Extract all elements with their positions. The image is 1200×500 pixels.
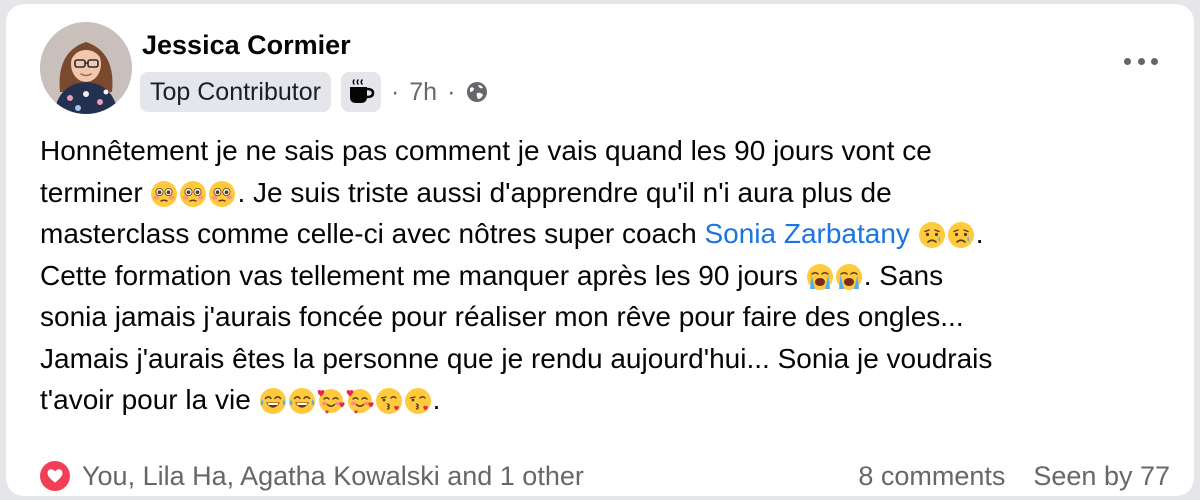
- post-time[interactable]: 7h: [409, 78, 437, 107]
- text-line: t'avoir pour la vie .: [40, 379, 1170, 421]
- tears-of-joy-emoji: [288, 387, 316, 415]
- post-text: Honnêtement je ne sais pas comment je va…: [40, 130, 1170, 421]
- text-line: Jamais j'aurais êtes la personne que je …: [40, 338, 1170, 380]
- text-line: Cette formation vas tellement me manquer…: [40, 255, 1170, 297]
- tears-of-joy-emoji: [259, 387, 287, 415]
- text-segment: .: [432, 384, 441, 415]
- loudly-crying-face-emoji: [806, 263, 834, 291]
- top-contributor-badge[interactable]: Top Contributor: [140, 72, 331, 112]
- sad-relieved-face-emoji: [918, 221, 946, 249]
- flushed-face-emoji: [179, 180, 207, 208]
- text-segment: . Je suis triste aussi d'apprendre qu'il…: [237, 176, 892, 208]
- text-line: masterclass comme celle-ci avec nôtres s…: [40, 213, 1170, 255]
- separator-dot: ·: [390, 77, 400, 106]
- post-stats: 8 comments Seen by 77: [858, 461, 1170, 492]
- mention-link[interactable]: Sonia Zarbatany: [704, 218, 909, 249]
- text-segment: . Sans: [863, 259, 944, 291]
- author-name[interactable]: Jessica Cormier: [142, 30, 351, 61]
- sad-relieved-face-emoji: [947, 221, 975, 249]
- text-segment: t'avoir pour la vie: [40, 384, 251, 415]
- separator-dot: ·: [447, 77, 456, 106]
- seen-by-count[interactable]: Seen by 77: [1033, 461, 1170, 491]
- face-blowing-kiss-emoji: [375, 387, 403, 415]
- text-line: terminer . Je suis triste aussi d'appren…: [40, 172, 1170, 214]
- love-reaction-icon[interactable]: [40, 461, 70, 491]
- avatar[interactable]: [40, 22, 132, 114]
- flushed-face-emoji: [208, 180, 236, 208]
- coffee-cup-icon[interactable]: [340, 72, 381, 112]
- text-segment: terminer: [40, 176, 143, 208]
- smiling-face-with-hearts-emoji: [346, 387, 374, 415]
- smiling-face-with-hearts-emoji: [317, 387, 345, 415]
- comments-count[interactable]: 8 comments: [858, 461, 1005, 491]
- flushed-face-emoji: [150, 180, 178, 208]
- text-line: sonia jamais j'aurais foncée pour réalis…: [40, 296, 1170, 338]
- globe-icon[interactable]: [465, 80, 489, 104]
- post-footer: You, Lila Ha, Agatha Kowalski and 1 othe…: [40, 456, 1170, 496]
- text-segment: .: [975, 218, 984, 249]
- text-segment: sonia jamais j'aurais foncée pour réalis…: [40, 301, 964, 332]
- text-line: Honnêtement je ne sais pas comment je va…: [40, 130, 1170, 172]
- text-segment: Cette formation vas tellement me manquer…: [40, 259, 798, 291]
- post-card: Jessica Cormier Top Contributor · 7h · H…: [6, 4, 1194, 496]
- more-options-icon[interactable]: [1124, 54, 1158, 68]
- text-segment: masterclass comme celle-ci avec nôtres s…: [40, 218, 705, 249]
- loudly-crying-face-emoji: [835, 263, 863, 291]
- post-meta: Top Contributor · 7h ·: [140, 72, 489, 112]
- text-segment: Jamais j'aurais êtes la personne que je …: [40, 342, 993, 374]
- reactors-list[interactable]: You, Lila Ha, Agatha Kowalski and 1 othe…: [82, 461, 858, 492]
- face-blowing-kiss-emoji: [404, 387, 432, 415]
- text-segment: Honnêtement je ne sais pas comment je va…: [40, 135, 932, 166]
